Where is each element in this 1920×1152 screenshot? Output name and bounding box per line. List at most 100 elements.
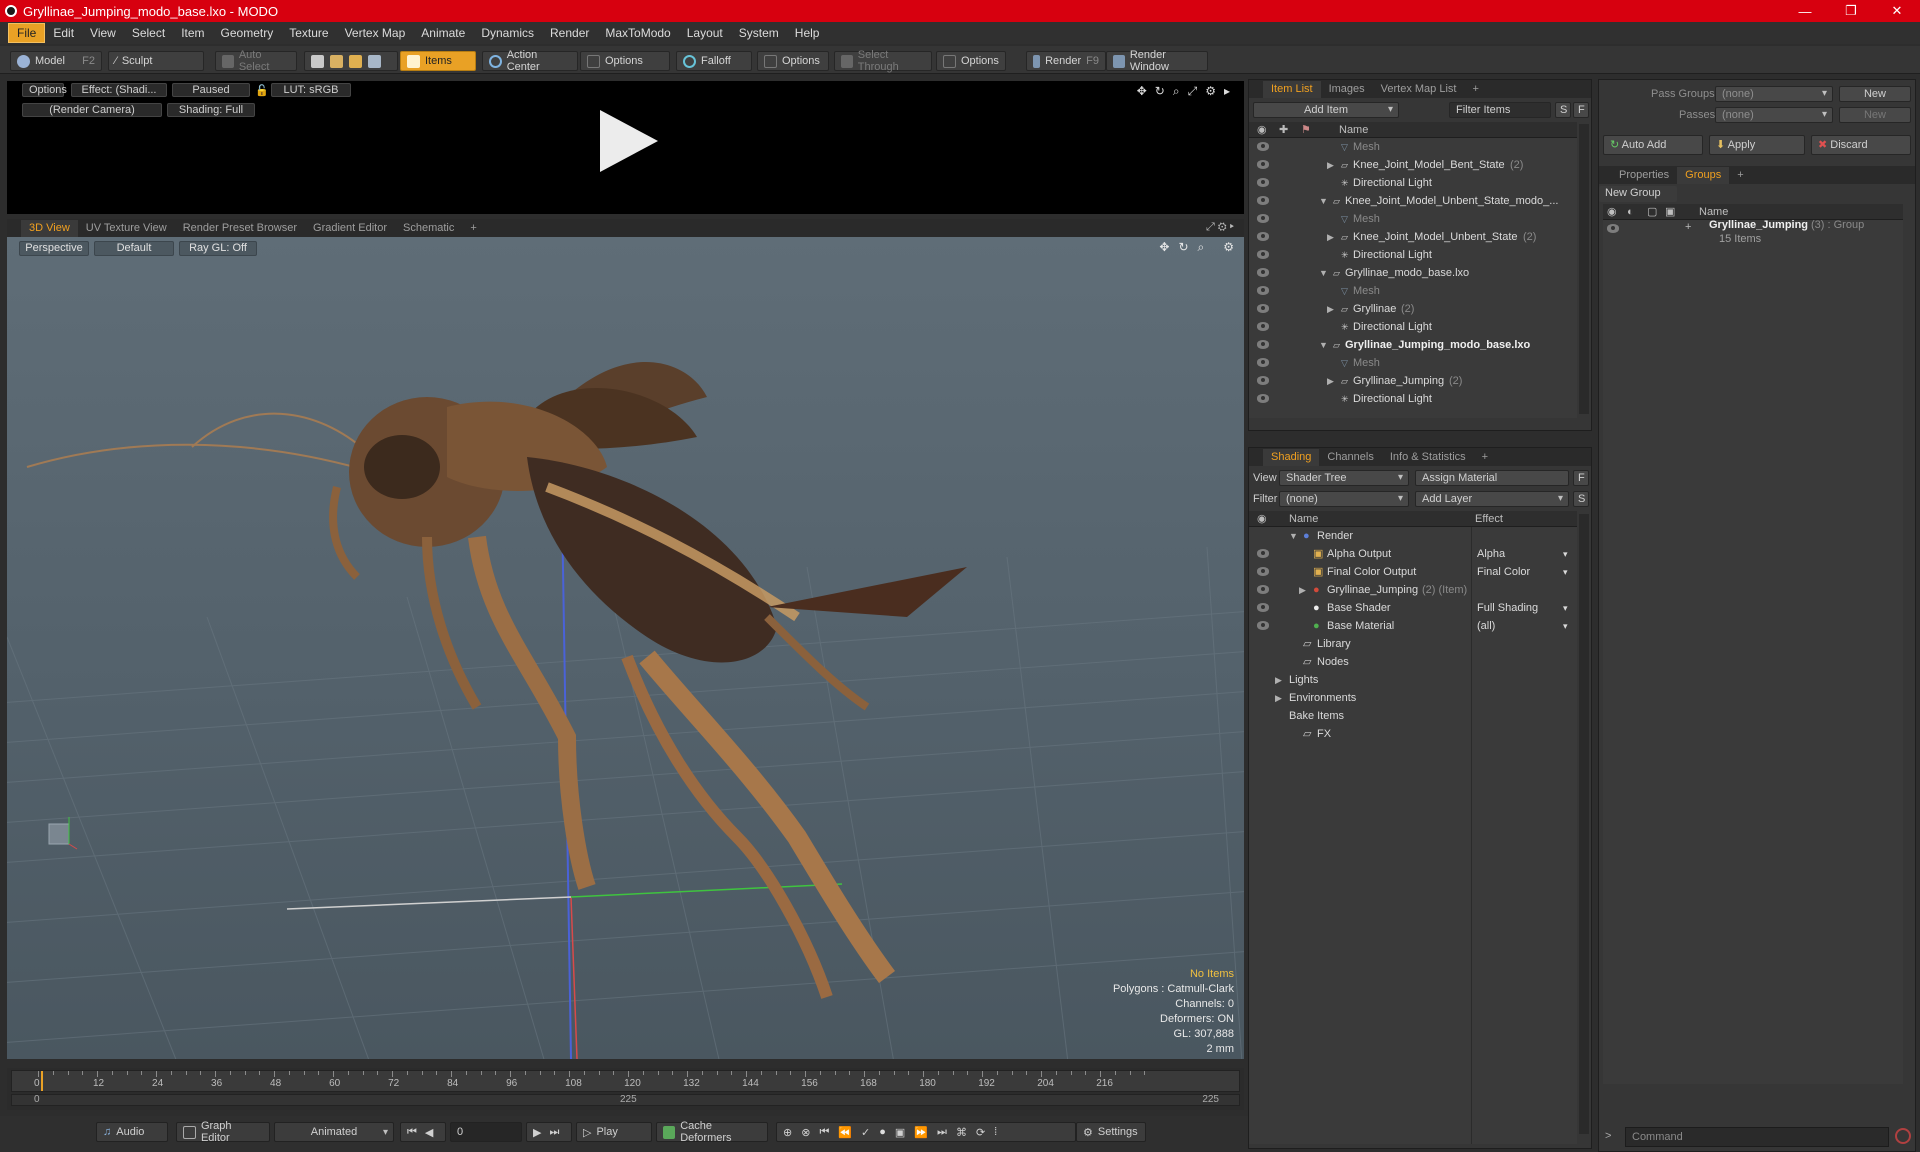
expand-arrow-icon[interactable]: ▶ bbox=[1327, 228, 1334, 246]
eye-icon[interactable] bbox=[1257, 567, 1269, 576]
cache-deformers-button[interactable]: Cache Deformers bbox=[656, 1120, 768, 1144]
expand-arrow-icon[interactable]: ▶ bbox=[1327, 156, 1334, 174]
auto-key-icon[interactable]: ✓ bbox=[861, 1126, 870, 1139]
add-tab-button[interactable]: + bbox=[1474, 449, 1496, 466]
loop-icon[interactable]: ⟳ bbox=[976, 1126, 985, 1139]
shading-s-button[interactable]: S bbox=[1573, 491, 1589, 507]
render-button[interactable]: Render F9 bbox=[1026, 51, 1106, 71]
vertices-mode-icon[interactable] bbox=[311, 54, 324, 68]
step-forward-icon[interactable]: ▶ bbox=[533, 1126, 541, 1139]
falloff-options-button[interactable]: Options bbox=[757, 51, 829, 71]
animated-dropdown[interactable]: Animated bbox=[274, 1122, 394, 1142]
prev-frame-icon[interactable]: ⏪ bbox=[838, 1126, 852, 1139]
tab-channels[interactable]: Channels bbox=[1319, 449, 1381, 466]
eye-icon[interactable] bbox=[1257, 196, 1269, 205]
skip-start-icon[interactable]: ⏮ bbox=[407, 1126, 417, 1139]
expand-arrow-icon[interactable]: ▶ bbox=[1327, 372, 1334, 390]
item-row[interactable]: ▶ ▱ Knee_Joint_Model_Unbent_State (2) bbox=[1249, 228, 1577, 246]
ray-gl-toggle[interactable]: Ray GL: Off bbox=[179, 241, 257, 256]
new-group-button[interactable]: New Group bbox=[1599, 186, 1677, 202]
effect-dropdown-icon[interactable]: ▾ bbox=[1563, 599, 1568, 617]
action-center-options-button[interactable]: Options bbox=[580, 51, 670, 71]
tab-gradient-editor[interactable]: Gradient Editor bbox=[305, 220, 395, 237]
next-key-icon[interactable]: ⏭ bbox=[937, 1126, 947, 1139]
passes-dropdown[interactable]: (none) bbox=[1715, 107, 1833, 123]
select-through-button[interactable]: Select Through bbox=[834, 49, 932, 73]
tab-info-statistics[interactable]: Info & Statistics bbox=[1382, 449, 1474, 466]
falloff-button[interactable]: Falloff bbox=[676, 51, 752, 71]
eye-icon[interactable] bbox=[1257, 286, 1269, 295]
frame-input[interactable]: 0 bbox=[450, 1122, 522, 1142]
default-style-dropdown[interactable]: Default bbox=[94, 241, 174, 256]
shader-row[interactable]: ▱ FX bbox=[1249, 725, 1577, 743]
gear-icon[interactable]: ⚙ bbox=[1223, 240, 1234, 255]
shader-row[interactable]: Bake Items bbox=[1249, 707, 1577, 725]
preview-options-button[interactable]: Options bbox=[22, 83, 67, 97]
skip-end-icon[interactable]: ⏭ bbox=[549, 1126, 559, 1139]
menu-edit[interactable]: Edit bbox=[45, 24, 82, 42]
zoom-icon[interactable]: ⌕ bbox=[1198, 240, 1205, 255]
item-row[interactable]: ▶ ▱ Gryllinae (2) bbox=[1249, 300, 1577, 318]
effect-dropdown-icon[interactable]: ▾ bbox=[1563, 617, 1568, 635]
arrow-right-icon[interactable]: ▸ bbox=[1224, 84, 1230, 99]
add-item-dropdown[interactable]: Add Item bbox=[1253, 102, 1399, 118]
filter-items-input[interactable]: Filter Items bbox=[1449, 102, 1551, 118]
menu-dynamics[interactable]: Dynamics bbox=[473, 24, 542, 42]
pass-groups-dropdown[interactable]: (none) bbox=[1715, 86, 1833, 102]
range-bar[interactable]: 0 225 225 bbox=[11, 1094, 1240, 1106]
play-button[interactable]: ▷ Play bbox=[576, 1122, 652, 1142]
eye-icon[interactable] bbox=[1257, 603, 1269, 612]
eye-icon[interactable] bbox=[1257, 142, 1269, 151]
tab-groups[interactable]: Groups bbox=[1677, 167, 1730, 184]
perspective-dropdown[interactable]: Perspective bbox=[19, 241, 89, 256]
apply-button[interactable]: ⬇ Apply bbox=[1709, 135, 1805, 155]
item-row[interactable]: ▽ Mesh bbox=[1249, 138, 1577, 156]
close-button[interactable]: ✕ bbox=[1874, 0, 1920, 22]
assign-material-button[interactable]: Assign Material bbox=[1415, 470, 1569, 486]
collapse-arrow-icon[interactable]: ▼ bbox=[1319, 336, 1328, 354]
new-pass-group-button[interactable]: New bbox=[1839, 86, 1911, 102]
command-record-icon[interactable] bbox=[1895, 1128, 1911, 1144]
timeline[interactable]: 0 12 24 36 48 60 72 84 96 108 120 132 144 156 168 180 19… bbox=[7, 1068, 1244, 1110]
play-preview-icon[interactable] bbox=[592, 106, 662, 176]
view-dropdown[interactable]: Shader Tree bbox=[1279, 470, 1409, 486]
menu-texture[interactable]: Texture bbox=[281, 24, 336, 42]
effect-dropdown[interactable]: Effect: (Shadi... bbox=[71, 83, 167, 97]
shader-row[interactable]: ▶ Lights bbox=[1249, 671, 1577, 689]
command-input[interactable]: Command bbox=[1625, 1127, 1889, 1147]
item-row[interactable]: ✳ Directional Light bbox=[1249, 318, 1577, 336]
menu-vertex-map[interactable]: Vertex Map bbox=[337, 24, 414, 42]
pan-icon[interactable]: ✥ bbox=[1137, 84, 1147, 99]
items-mode-button[interactable]: Items bbox=[400, 51, 476, 71]
tab-shading[interactable]: Shading bbox=[1263, 449, 1320, 466]
tab-schematic[interactable]: Schematic bbox=[395, 220, 462, 237]
effect-value[interactable]: Alpha bbox=[1477, 545, 1505, 563]
shading-scrollbar[interactable] bbox=[1579, 514, 1589, 1134]
next-frame-icon[interactable]: ⏩ bbox=[914, 1126, 928, 1139]
expand-arrow-icon[interactable]: ▶ bbox=[1275, 671, 1282, 689]
item-row[interactable]: ▽ Mesh bbox=[1249, 210, 1577, 228]
render-window-button[interactable]: Render Window bbox=[1106, 49, 1208, 73]
record-icon[interactable]: ● bbox=[879, 1126, 886, 1138]
minimize-button[interactable]: — bbox=[1782, 0, 1828, 22]
snap-icon[interactable]: ⁞ bbox=[994, 1126, 997, 1138]
filter-s-button[interactable]: S bbox=[1555, 102, 1571, 118]
shading-f-button[interactable]: F bbox=[1573, 470, 1589, 486]
key-filter-icon[interactable]: ⌘ bbox=[956, 1126, 967, 1139]
menu-file[interactable]: File bbox=[8, 23, 46, 43]
effect-value[interactable]: (all) bbox=[1477, 617, 1495, 635]
eye-icon[interactable] bbox=[1257, 358, 1269, 367]
tab-images[interactable]: Images bbox=[1321, 81, 1373, 98]
collapse-arrow-icon[interactable]: ▼ bbox=[1319, 264, 1328, 282]
viewport-3d[interactable]: Perspective Default Ray GL: Off ✥ ↻ ⌕ ⚙ No … bbox=[7, 237, 1244, 1059]
eye-icon[interactable] bbox=[1257, 394, 1269, 403]
materials-mode-icon[interactable] bbox=[368, 54, 381, 68]
expand-arrow-icon[interactable]: ▶ bbox=[1275, 689, 1282, 707]
add-tab-button[interactable]: + bbox=[1729, 167, 1751, 184]
prev-key-icon[interactable]: ⏮ bbox=[819, 1126, 829, 1139]
key-icon[interactable]: ⊕ bbox=[783, 1126, 792, 1139]
graph-editor-button[interactable]: Graph Editor bbox=[176, 1120, 270, 1144]
edges-mode-icon[interactable] bbox=[330, 54, 343, 68]
eye-icon[interactable] bbox=[1607, 224, 1619, 233]
eye-icon[interactable] bbox=[1257, 250, 1269, 259]
